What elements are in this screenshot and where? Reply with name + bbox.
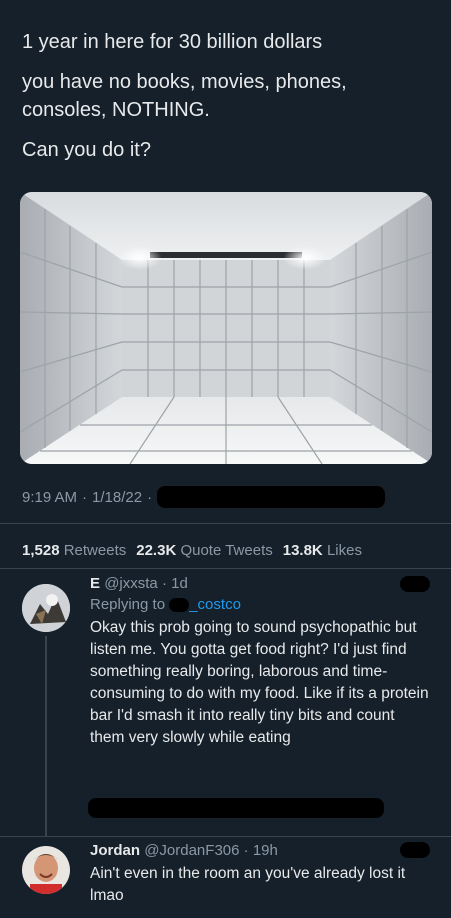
redaction-bar	[400, 576, 430, 592]
tweet-image-padded-room[interactable]	[20, 192, 432, 464]
tweet-line: 1 year in here for 30 billion dollars	[22, 31, 323, 53]
avatar[interactable]	[22, 584, 70, 632]
reply-text: Okay this prob going to sound psychopath…	[90, 619, 429, 746]
divider	[0, 523, 451, 524]
separator-dot: ·	[147, 488, 153, 506]
tweet-line: Can you do it?	[22, 139, 151, 161]
replying-to: Replying to _costco	[90, 596, 430, 613]
separator-dot: ·	[243, 842, 249, 859]
likes-count: 13.8K	[282, 542, 323, 559]
reply-time[interactable]: 1d	[171, 575, 188, 592]
reply-header: Jordan @JordanF306 · 19h	[90, 842, 430, 859]
separator-dot: ·	[82, 488, 88, 506]
quote-tweets-label: Quote Tweets	[180, 542, 273, 559]
reply-header: E @jxxsta · 1d	[90, 575, 430, 592]
avatar[interactable]	[22, 846, 70, 894]
padded-room-illustration	[20, 192, 432, 464]
reply-author-name[interactable]: E	[90, 575, 100, 592]
engagement-stats: 1,528 Retweets 22.3K Quote Tweets 13.8K …	[22, 542, 362, 559]
reply-author-handle[interactable]: @JordanF306	[144, 842, 239, 859]
retweets-count: 1,528	[22, 542, 60, 559]
reply-text: Ain't even in the room an you've already…	[90, 865, 406, 904]
likes-stat[interactable]: 13.8K Likes	[283, 542, 362, 559]
divider	[0, 568, 451, 569]
tweet-timestamp[interactable]: 9:19 AM · 1/18/22 ·	[22, 486, 386, 508]
quote-tweets-count: 22.3K	[136, 542, 177, 559]
reply-author-name[interactable]: Jordan	[90, 842, 140, 859]
replying-to-handle[interactable]: _costco	[189, 596, 241, 613]
avatar-image	[22, 584, 70, 632]
replying-to-label: Replying to	[90, 596, 166, 613]
quote-tweets-stat[interactable]: 22.3K Quote Tweets	[136, 542, 272, 559]
likes-label: Likes	[326, 542, 362, 559]
tweet-date: 1/18/22	[92, 488, 143, 506]
divider	[0, 836, 451, 837]
reply-time[interactable]: 19h	[253, 842, 278, 859]
tweet-line: you have no books, movies, phones, conso…	[22, 71, 347, 121]
tweet-text: 1 year in here for 30 billion dollars yo…	[22, 28, 432, 176]
redaction-bar	[169, 598, 190, 613]
reply-e: E @jxxsta · 1d Replying to _costco Okay …	[90, 575, 430, 749]
redaction-bar	[88, 798, 384, 818]
retweets-stat[interactable]: 1,528 Retweets	[22, 542, 126, 559]
thread-line	[45, 636, 47, 836]
reply-jordan: Jordan @JordanF306 · 19h Ain't even in t…	[90, 842, 430, 907]
tweet-time: 9:19 AM	[22, 488, 78, 506]
retweets-label: Retweets	[63, 542, 127, 559]
reply-author-handle[interactable]: @jxxsta	[104, 575, 158, 592]
redaction-bar	[157, 486, 386, 508]
redaction-bar	[400, 842, 430, 858]
avatar-image	[22, 846, 70, 894]
separator-dot: ·	[161, 575, 167, 592]
